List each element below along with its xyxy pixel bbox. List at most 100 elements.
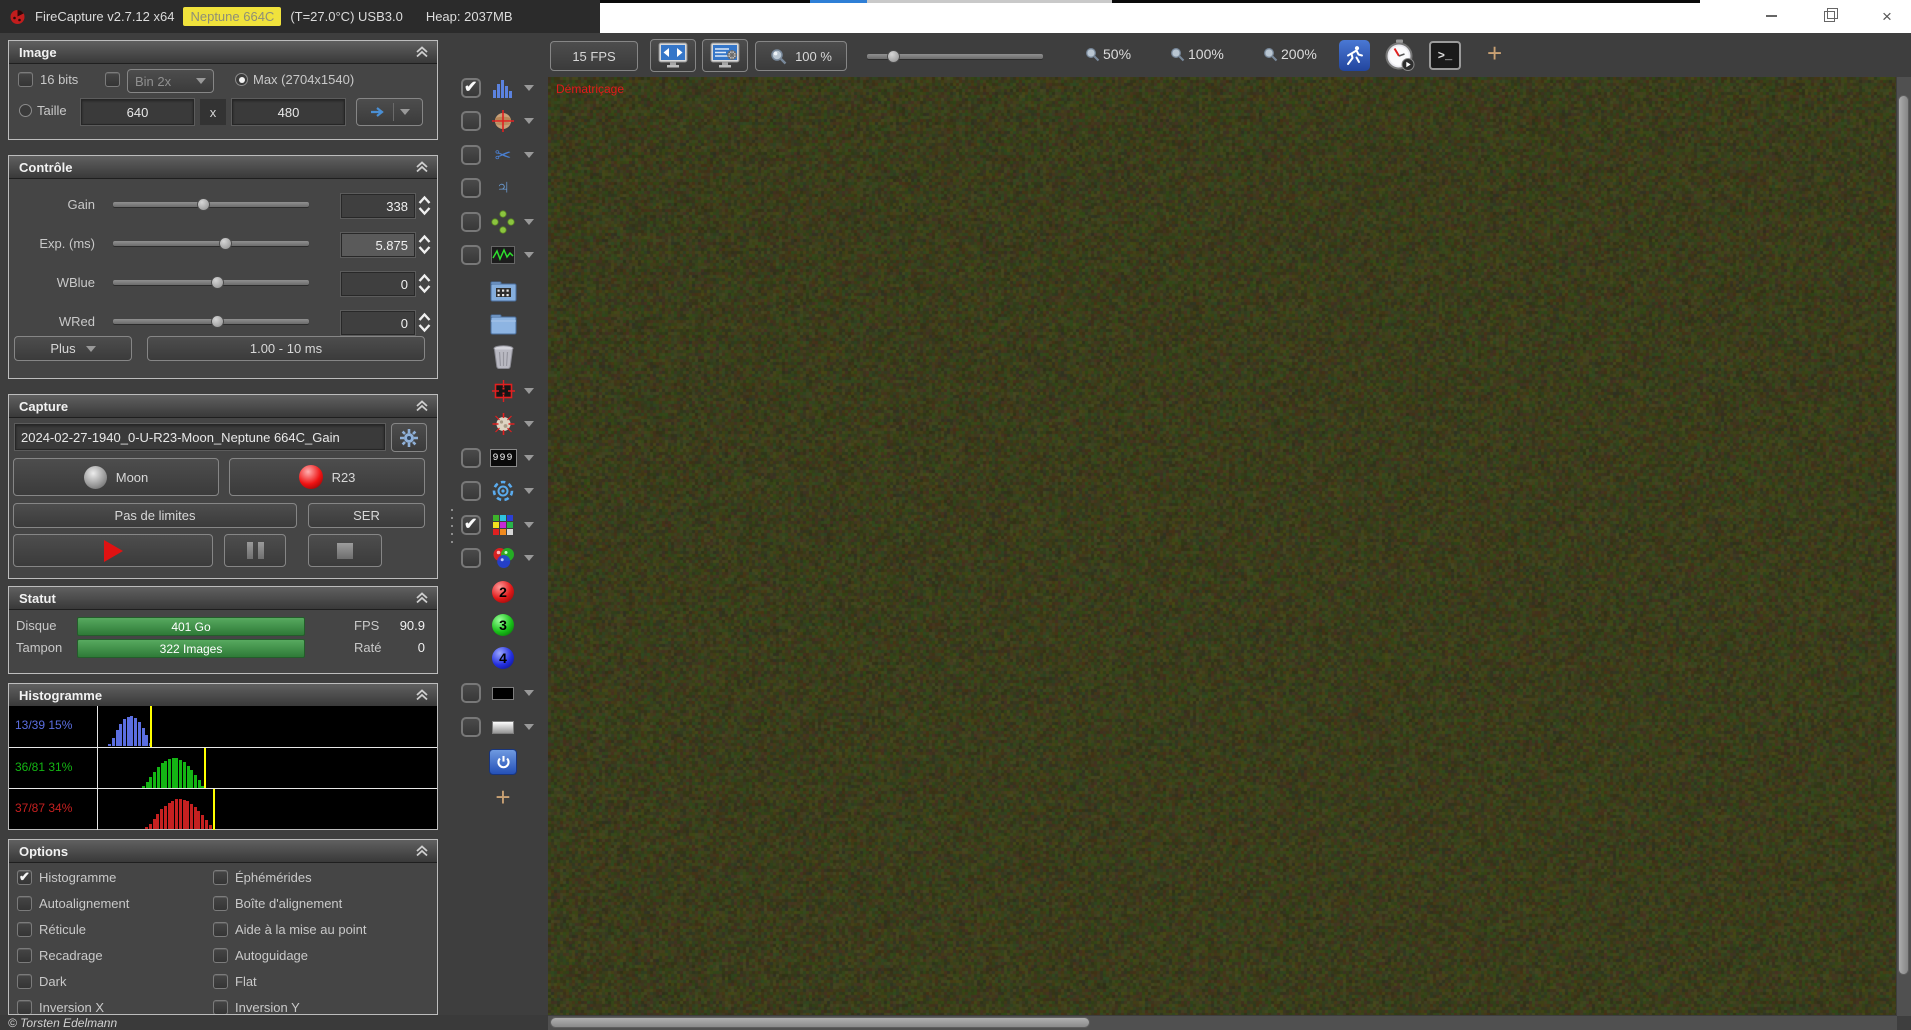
add-toolbar-button[interactable]: + <box>1487 38 1502 69</box>
frame-counter-tool[interactable]: 999 <box>455 444 543 472</box>
collapse-chevron-icon[interactable] <box>415 592 429 607</box>
display-settings-button[interactable] <box>702 39 748 72</box>
object-button[interactable]: Moon <box>13 458 219 496</box>
controle-panel-header[interactable]: Contrôle <box>9 156 437 179</box>
zoom-preset-100[interactable]: 100% <box>1170 46 1224 62</box>
black-point-tool-checkbox[interactable] <box>461 683 481 703</box>
statut-panel-header[interactable]: Statut <box>9 587 437 610</box>
option-checkbox-autoguidage[interactable] <box>213 948 228 963</box>
filename-settings-button[interactable] <box>391 423 427 452</box>
collapse-chevron-icon[interactable] <box>415 689 429 704</box>
capture-panel-header[interactable]: Capture <box>9 395 437 418</box>
fps-limit-button[interactable]: 15 FPS <box>550 41 638 71</box>
apply-size-button[interactable] <box>356 98 423 126</box>
chevron-down-icon[interactable] <box>524 455 534 461</box>
jupiter-tool[interactable]: ♃ <box>455 174 543 202</box>
color-balance-tool[interactable] <box>455 544 543 572</box>
guiding-target-tool-checkbox[interactable] <box>461 481 481 501</box>
slider-3[interactable] <box>113 319 309 324</box>
white-point-tool-checkbox[interactable] <box>461 717 481 737</box>
roi-tool[interactable] <box>455 377 543 405</box>
pause-button[interactable] <box>224 534 286 567</box>
collapse-chevron-icon[interactable] <box>415 845 429 860</box>
minimize-button[interactable] <box>1748 0 1794 32</box>
option-checkbox-inversion-y[interactable] <box>213 1000 228 1015</box>
video-folder-button[interactable] <box>455 276 543 304</box>
chevron-down-icon[interactable] <box>524 421 534 427</box>
chevron-down-icon[interactable] <box>524 252 534 258</box>
exposure-range-button[interactable]: 1.00 - 10 ms <box>147 336 425 361</box>
terminal-button[interactable]: >_ <box>1429 41 1461 70</box>
camera-preview[interactable]: Dématriçage <box>548 77 1896 1015</box>
planet-detect-tool-checkbox[interactable] <box>461 111 481 131</box>
chevron-down-icon[interactable] <box>524 118 534 124</box>
record-button[interactable] <box>13 534 213 567</box>
seeing-monitor-tool-checkbox[interactable] <box>461 245 481 265</box>
fullscreen-button[interactable] <box>650 39 696 72</box>
histogram-tool-checkbox[interactable] <box>461 78 481 98</box>
planet-detect-tool[interactable] <box>455 107 543 135</box>
horizontal-scrollbar[interactable] <box>548 1016 1897 1030</box>
close-button[interactable]: × <box>1864 0 1910 32</box>
timer-button[interactable] <box>1383 39 1416 72</box>
option-checkbox--ph-m-rides[interactable] <box>213 870 228 885</box>
taille-radio[interactable] <box>19 104 32 117</box>
vertical-scrollbar-thumb[interactable] <box>1898 95 1909 975</box>
delete-button[interactable] <box>455 342 543 370</box>
slider-1[interactable] <box>113 241 309 246</box>
height-input[interactable] <box>232 99 345 125</box>
bin-checkbox[interactable] <box>105 72 120 87</box>
vertical-scrollbar[interactable] <box>1897 77 1911 1016</box>
value-0[interactable]: 338 <box>341 194 415 218</box>
black-point-tool[interactable] <box>455 679 543 707</box>
debayer-tool-checkbox[interactable] <box>461 515 481 535</box>
horizontal-scrollbar-thumb[interactable] <box>550 1017 1090 1028</box>
chevron-down-icon[interactable] <box>524 522 534 528</box>
value-3[interactable]: 0 <box>341 311 415 335</box>
zoom-level-button[interactable]: 100 % <box>755 41 847 71</box>
collapse-chevron-icon[interactable] <box>415 46 429 61</box>
seeing-monitor-tool[interactable] <box>455 241 543 269</box>
format-button[interactable]: SER <box>308 503 425 528</box>
power-button[interactable] <box>455 748 543 776</box>
zoom-preset-200[interactable]: 200% <box>1263 46 1317 62</box>
profile-2-button[interactable]: 2 <box>455 578 543 606</box>
filter-button[interactable]: R23 <box>229 458 425 496</box>
chevron-down-icon[interactable] <box>524 219 534 225</box>
crop-tool[interactable]: ✂ <box>455 141 543 169</box>
filename-input[interactable] <box>15 424 385 450</box>
crop-tool-checkbox[interactable] <box>461 145 481 165</box>
zoom-slider-thumb[interactable] <box>887 50 900 63</box>
debayer-tool[interactable] <box>455 511 543 539</box>
limit-button[interactable]: Pas de limites <box>13 503 297 528</box>
options-panel-header[interactable]: Options <box>9 840 437 863</box>
add-tool-button[interactable]: + <box>455 783 543 811</box>
jupiter-tool-checkbox[interactable] <box>461 178 481 198</box>
capture-folder-button[interactable] <box>455 309 543 337</box>
histogram-tool[interactable] <box>455 74 543 102</box>
zoom-slider[interactable] <box>867 54 1043 59</box>
chevron-down-icon[interactable] <box>524 152 534 158</box>
slider-0[interactable] <box>113 202 309 207</box>
chevron-down-icon[interactable] <box>524 388 534 394</box>
guiding-target-tool[interactable] <box>455 477 543 505</box>
profile-4-button[interactable]: 4 <box>455 644 543 672</box>
option-checkbox-autoalignement[interactable] <box>17 896 32 911</box>
speed-mode-button[interactable] <box>1339 40 1370 71</box>
frame-counter-tool-checkbox[interactable] <box>461 448 481 468</box>
spinner-2[interactable] <box>417 271 432 299</box>
slider-thumb[interactable] <box>197 198 210 211</box>
option-checkbox-histogramme[interactable] <box>17 870 32 885</box>
spinner-0[interactable] <box>417 193 432 221</box>
option-checkbox-bo-te-d-alignement[interactable] <box>213 896 228 911</box>
slider-thumb[interactable] <box>219 237 232 250</box>
profile-3-button[interactable]: 3 <box>455 611 543 639</box>
value-2[interactable]: 0 <box>341 272 415 296</box>
option-checkbox-r-ticule[interactable] <box>17 922 32 937</box>
plus-dropdown-button[interactable]: Plus <box>14 336 132 361</box>
option-checkbox-flat[interactable] <box>213 974 228 989</box>
max-radio[interactable] <box>235 73 248 86</box>
histogramme-panel-header[interactable]: Histogramme <box>9 684 437 707</box>
option-checkbox-dark[interactable] <box>17 974 32 989</box>
white-point-tool[interactable] <box>455 713 543 741</box>
